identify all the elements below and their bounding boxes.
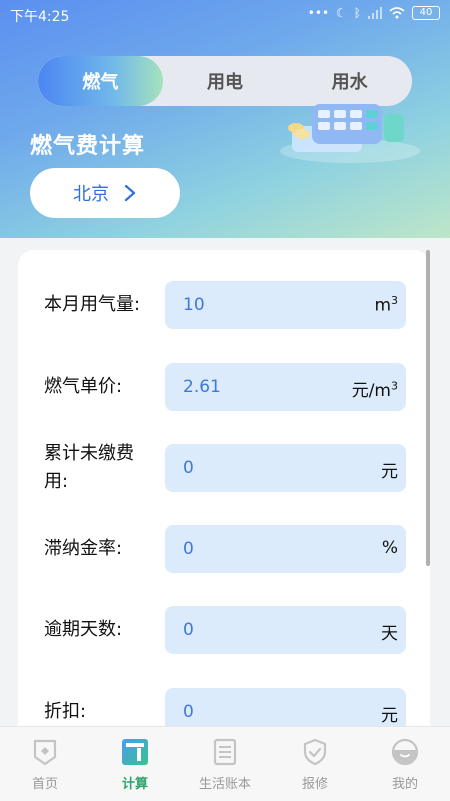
unpaid-input[interactable]: 0 元	[165, 444, 406, 492]
form-row-late-rate: 滞纳金率: 0 %	[44, 525, 406, 573]
discount-value: 0	[183, 702, 194, 722]
late-rate-value: 0	[183, 539, 194, 559]
nav-label-profile: 我的	[391, 777, 418, 792]
status-time: 下午4:25	[10, 9, 70, 25]
repair-icon	[303, 738, 327, 766]
form-row-overdue-days: 逾期天数: 0 天	[44, 606, 406, 654]
late-rate-unit: %	[381, 538, 398, 558]
overdue-days-value: 0	[183, 620, 194, 640]
overdue-days-input[interactable]: 0 天	[165, 606, 406, 654]
nav-label-repair: 报修	[301, 777, 328, 792]
more-dots-icon: •••	[307, 6, 330, 20]
moon-icon: ☾	[336, 6, 347, 20]
ledger-icon	[213, 738, 237, 766]
usage-unit: m3	[374, 294, 398, 316]
unpaid-label: 累计未缴费用:	[44, 443, 134, 492]
usage-value: 10	[183, 295, 205, 315]
price-label: 燃气单价:	[44, 376, 123, 397]
page-title: 燃气费计算	[30, 134, 146, 159]
discount-unit: 元	[381, 706, 398, 726]
nav-item-profile[interactable]: 我的	[360, 727, 450, 801]
nav-item-calculate[interactable]: 计算	[90, 727, 180, 801]
form-row-usage: 本月用气量: 10 m3	[44, 281, 406, 329]
status-bar: 下午4:25 ••• ☾ ᛒ 40	[0, 0, 450, 30]
nav-item-repair[interactable]: 报修	[270, 727, 360, 801]
city-label: 北京	[73, 184, 109, 205]
tab-gas[interactable]: 燃气	[38, 56, 163, 106]
nav-label-home: 首页	[31, 777, 58, 792]
overdue-days-label: 逾期天数:	[44, 619, 123, 640]
nav-label-calculate: 计算	[121, 777, 148, 792]
late-rate-label: 滞纳金率:	[44, 538, 123, 559]
status-icons: ••• ☾ ᛒ 40	[308, 6, 440, 20]
unpaid-value: 0	[183, 458, 194, 478]
profile-icon	[391, 738, 419, 766]
nav-item-ledger[interactable]: 生活账本	[180, 727, 270, 801]
calculator-illustration-icon	[280, 104, 420, 163]
signal-icon	[368, 7, 382, 19]
nav-item-home[interactable]: 首页	[0, 727, 90, 801]
unpaid-unit: 元	[381, 462, 398, 482]
overdue-days-unit: 天	[381, 624, 398, 644]
usage-input[interactable]: 10 m3	[165, 281, 406, 329]
calculate-icon	[122, 739, 148, 765]
home-icon	[33, 739, 57, 766]
bluetooth-icon: ᛒ	[353, 6, 361, 20]
price-unit: 元/m3	[351, 379, 398, 401]
battery-icon: 40	[412, 6, 440, 20]
wifi-icon	[389, 7, 405, 19]
city-select-button[interactable]: 北京	[30, 168, 180, 218]
late-rate-input[interactable]: 0 %	[165, 525, 406, 573]
scrollbar[interactable]	[426, 250, 430, 566]
form-row-unpaid: 累计未缴费用: 0 元	[44, 443, 406, 492]
price-input[interactable]: 2.61 元/m3	[165, 363, 406, 411]
bottom-nav: 首页 计算 生活账本 报修 我的	[0, 726, 450, 801]
nav-label-ledger: 生活账本	[198, 777, 251, 792]
chevron-right-icon	[124, 184, 136, 202]
tab-electricity[interactable]: 用电	[163, 56, 288, 106]
form-row-price: 燃气单价: 2.61 元/m3	[44, 363, 406, 411]
price-value: 2.61	[183, 377, 221, 397]
usage-label: 本月用气量:	[44, 294, 141, 315]
